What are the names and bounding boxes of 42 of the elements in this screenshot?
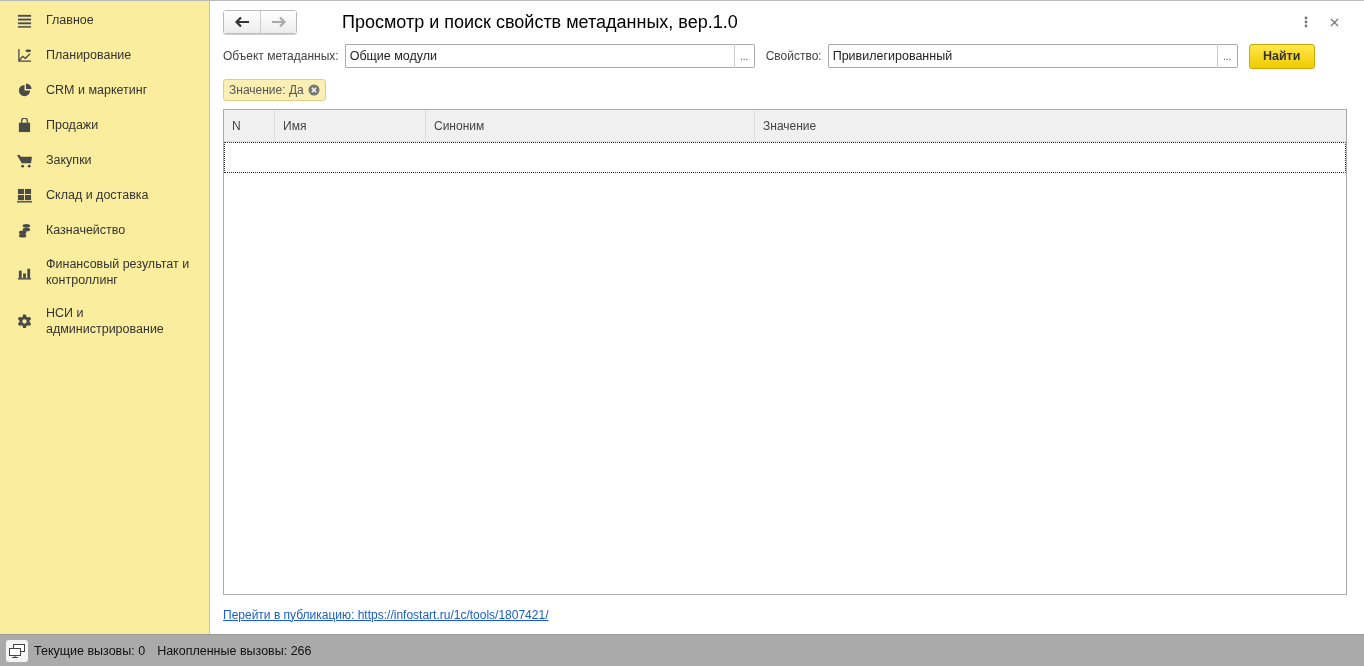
sidebar-item[interactable]: Планирование xyxy=(46,47,196,63)
status-text: Накопленные вызовы: 266 xyxy=(157,643,312,658)
shopping-bag-icon xyxy=(17,117,32,133)
cart-icon xyxy=(17,152,32,168)
sidebar-item[interactable]: CRM и маркетинг xyxy=(46,82,196,98)
choose-button[interactable]: ... xyxy=(733,44,755,68)
grid-icon xyxy=(17,187,32,203)
arrow-left-icon xyxy=(234,16,250,28)
sidebar-item[interactable]: Главное xyxy=(46,12,196,28)
field-label: Объект метаданных: xyxy=(223,49,339,63)
more-vertical-icon xyxy=(1304,16,1308,28)
chart-icon xyxy=(17,47,32,63)
windows-icon xyxy=(9,643,25,658)
sidebar-item[interactable]: Закупки xyxy=(46,152,196,168)
sidebar-item[interactable]: Финансовый результат и контроллинг xyxy=(46,256,196,288)
sidebar-item[interactable]: НСИ и администрирование xyxy=(46,305,196,337)
status-text: Текущие вызовы: 0 xyxy=(34,643,146,658)
arrow-right-icon xyxy=(270,16,287,28)
column-header[interactable]: Синоним xyxy=(426,110,755,141)
window-title: Просмотр и поиск свойств метаданных, вер.1.0 xyxy=(342,11,738,33)
settings-icon xyxy=(17,313,32,329)
filter-text: Значение: Да xyxy=(229,83,304,97)
coins-icon xyxy=(17,222,32,238)
filter-tag[interactable]: Значение: Да xyxy=(223,79,326,101)
sidebar-item[interactable]: Склад и доставка xyxy=(46,187,196,203)
back-button[interactable] xyxy=(224,11,260,33)
pie-chart-icon xyxy=(17,82,32,98)
sidebar-item[interactable]: Казначейство xyxy=(46,222,196,238)
column-header[interactable]: Имя xyxy=(275,110,426,141)
menu-icon xyxy=(17,12,32,28)
column-header[interactable]: Значение xyxy=(755,110,1346,141)
find-button[interactable]: Найти xyxy=(1248,43,1315,69)
input-field[interactable]: Привилегированный xyxy=(827,44,1217,68)
monitor-button[interactable] xyxy=(6,639,28,662)
close-icon xyxy=(1330,17,1339,27)
choose-button[interactable]: ... xyxy=(1216,44,1238,68)
sidebar-item[interactable]: Продажи xyxy=(46,117,196,133)
field-label: Свойство: xyxy=(765,49,822,63)
remove-icon[interactable] xyxy=(307,84,320,96)
column-header[interactable]: N xyxy=(224,110,275,141)
input-field[interactable]: Общие модули xyxy=(344,44,734,68)
publication-link[interactable]: Перейти в публикацию: https://infostart.ru/1c/tools/1807421/ xyxy=(223,607,549,622)
